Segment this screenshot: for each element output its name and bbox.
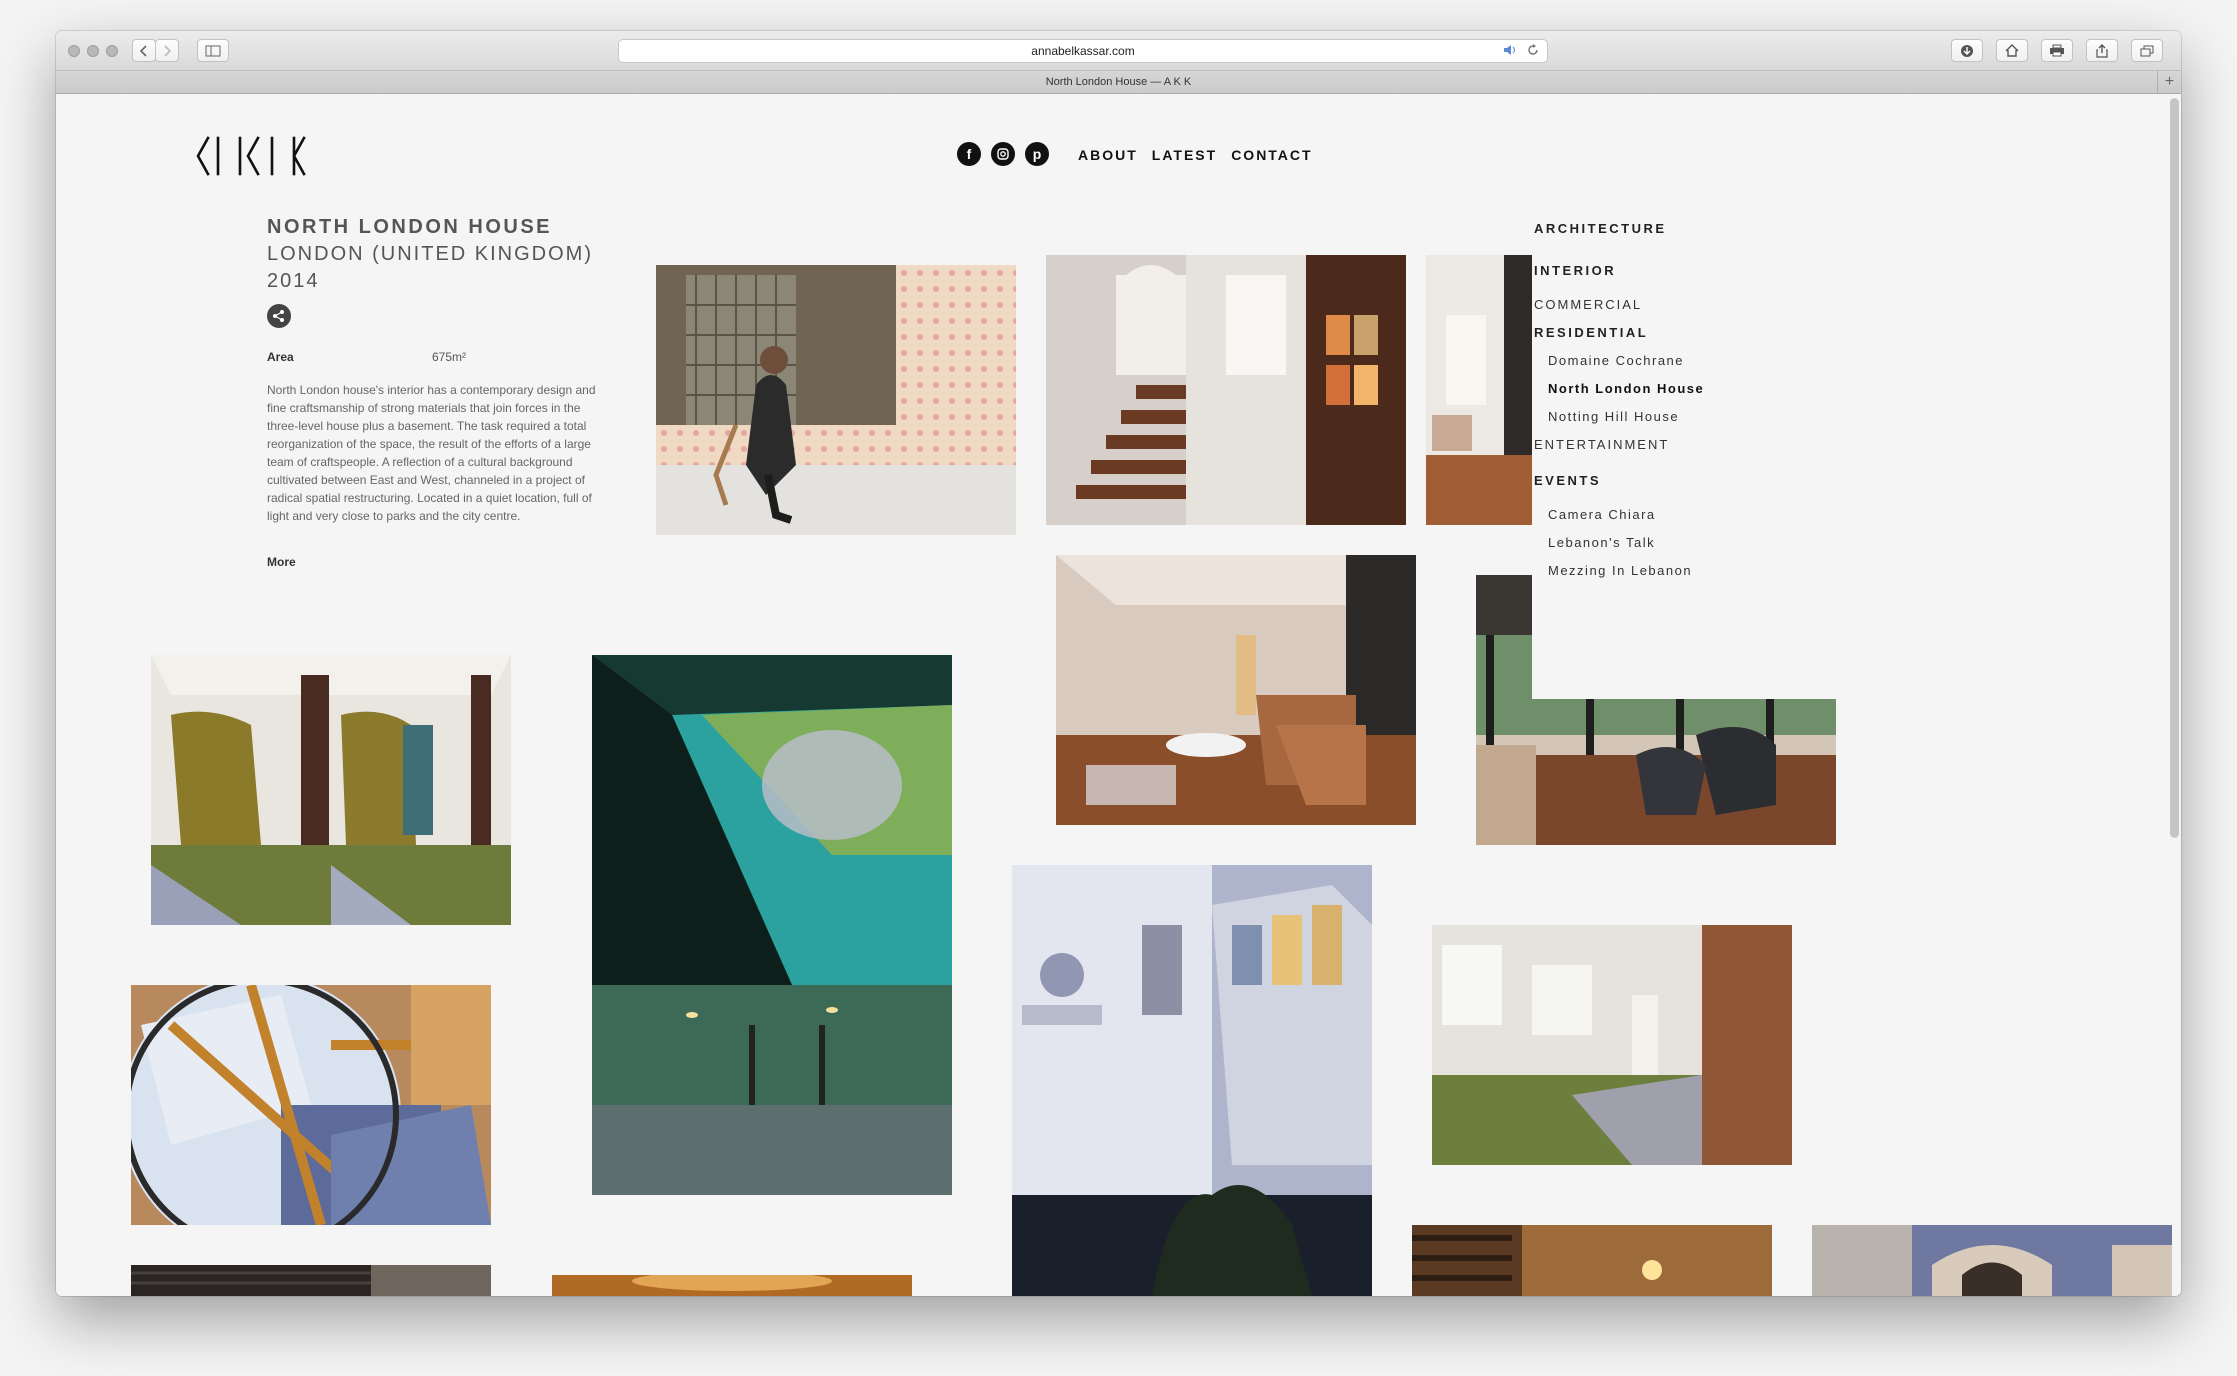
photo-pool-glass[interactable]: [592, 655, 952, 1195]
photo-amber-arch[interactable]: [552, 1275, 912, 1296]
main-nav: ABOUT LATEST CONTACT: [1078, 147, 1313, 163]
chevron-right-icon: [164, 44, 172, 57]
menu-item-domaine-cochrane[interactable]: Domaine Cochrane: [1548, 353, 1684, 368]
project-title: NORTH LONDON HOUSE: [267, 216, 552, 238]
photo-dark-ceiling[interactable]: [131, 1265, 491, 1296]
area-value: 675m²: [432, 350, 467, 364]
photo-green-rug-room[interactable]: [1432, 925, 1792, 1165]
address-text: annabelkassar.com: [1031, 44, 1135, 58]
home-icon: [2005, 44, 2019, 57]
plus-icon: +: [2164, 73, 2175, 90]
menu-item-camera-chiara[interactable]: Camera Chiara: [1548, 507, 1656, 522]
photo-arched-gate[interactable]: [1812, 1225, 2172, 1296]
browser-window: annabelkassar.com North London House — A…: [56, 31, 2181, 1296]
photo-bedroom-narrow[interactable]: [1426, 255, 1534, 525]
new-tab-button[interactable]: +: [2157, 71, 2181, 93]
speaker-icon[interactable]: [1503, 44, 1519, 56]
akk-logo[interactable]: [196, 134, 338, 182]
nav-contact[interactable]: CONTACT: [1231, 147, 1312, 163]
menu-architecture[interactable]: ARCHITECTURE: [1534, 221, 1667, 236]
nav-about[interactable]: ABOUT: [1078, 147, 1138, 163]
tabs-button[interactable]: [2131, 39, 2163, 62]
project-year: 2014: [267, 270, 320, 292]
project-description: North London house's interior has a cont…: [267, 383, 596, 523]
download-icon: [1961, 44, 1973, 57]
address-bar[interactable]: annabelkassar.com: [618, 39, 1548, 63]
print-button[interactable]: [2041, 39, 2073, 62]
tabs-icon: [2140, 45, 2154, 56]
vertical-scrollbar[interactable]: [2170, 98, 2179, 838]
close-window-button[interactable]: [68, 45, 80, 57]
downloads-button[interactable]: [1951, 39, 1983, 62]
share-nodes-icon: [273, 310, 284, 322]
minimize-window-button[interactable]: [87, 45, 99, 57]
printer-icon: [2050, 44, 2064, 57]
social-links: f p: [957, 142, 1049, 166]
menu-item-lebanons-talk[interactable]: Lebanon's Talk: [1548, 535, 1655, 550]
page-viewport: f p ABOUT LATEST CONTACT NORTH LONDON HO…: [56, 94, 2181, 1296]
photo-facade-night[interactable]: [1012, 865, 1372, 1296]
menu-interior[interactable]: INTERIOR: [1534, 263, 1616, 278]
chevron-left-icon: [139, 44, 147, 57]
pinterest-icon[interactable]: p: [1025, 142, 1049, 166]
menu-item-mezzing-in-lebanon[interactable]: Mezzing In Lebanon: [1548, 563, 1692, 578]
back-button[interactable]: [132, 39, 156, 62]
share-button[interactable]: [2086, 39, 2118, 62]
home-button[interactable]: [1996, 39, 2028, 62]
browser-toolbar: annabelkassar.com: [56, 31, 2181, 71]
facebook-icon[interactable]: f: [957, 142, 981, 166]
share-project-button[interactable]: [267, 304, 291, 328]
menu-commercial[interactable]: COMMERCIAL: [1534, 297, 1642, 312]
menu-item-north-london-house[interactable]: North London House: [1548, 381, 1704, 396]
sidebar-toggle-button[interactable]: [197, 39, 229, 62]
tab-title[interactable]: North London House — A K K: [1046, 76, 1192, 88]
reload-icon[interactable]: [1527, 44, 1539, 56]
project-location: LONDON (UNITED KINGDOM): [267, 243, 593, 265]
tab-bar: North London House — A K K +: [56, 71, 2181, 94]
share-icon: [2096, 43, 2108, 58]
zoom-window-button[interactable]: [106, 45, 118, 57]
sidebar-icon: [205, 45, 221, 56]
photo-portrait-sitting[interactable]: [656, 265, 1016, 535]
photo-staircase[interactable]: [1046, 255, 1406, 525]
photo-curtain-bedroom[interactable]: [151, 655, 511, 925]
menu-item-notting-hill-house[interactable]: Notting Hill House: [1548, 409, 1679, 424]
photo-wine-cellar[interactable]: [1412, 1225, 1772, 1296]
photo-stained-glass[interactable]: [131, 985, 491, 1225]
area-label: Area: [267, 350, 294, 364]
nav-latest[interactable]: LATEST: [1152, 147, 1217, 163]
menu-events[interactable]: EVENTS: [1534, 473, 1601, 488]
menu-residential[interactable]: RESIDENTIAL: [1534, 325, 1648, 340]
more-link[interactable]: More: [267, 555, 296, 569]
instagram-icon[interactable]: [991, 142, 1015, 166]
forward-button[interactable]: [155, 39, 179, 62]
photo-living-room[interactable]: [1056, 555, 1416, 825]
menu-entertainment[interactable]: ENTERTAINMENT: [1534, 437, 1669, 452]
category-menu-background: [1532, 209, 1852, 699]
